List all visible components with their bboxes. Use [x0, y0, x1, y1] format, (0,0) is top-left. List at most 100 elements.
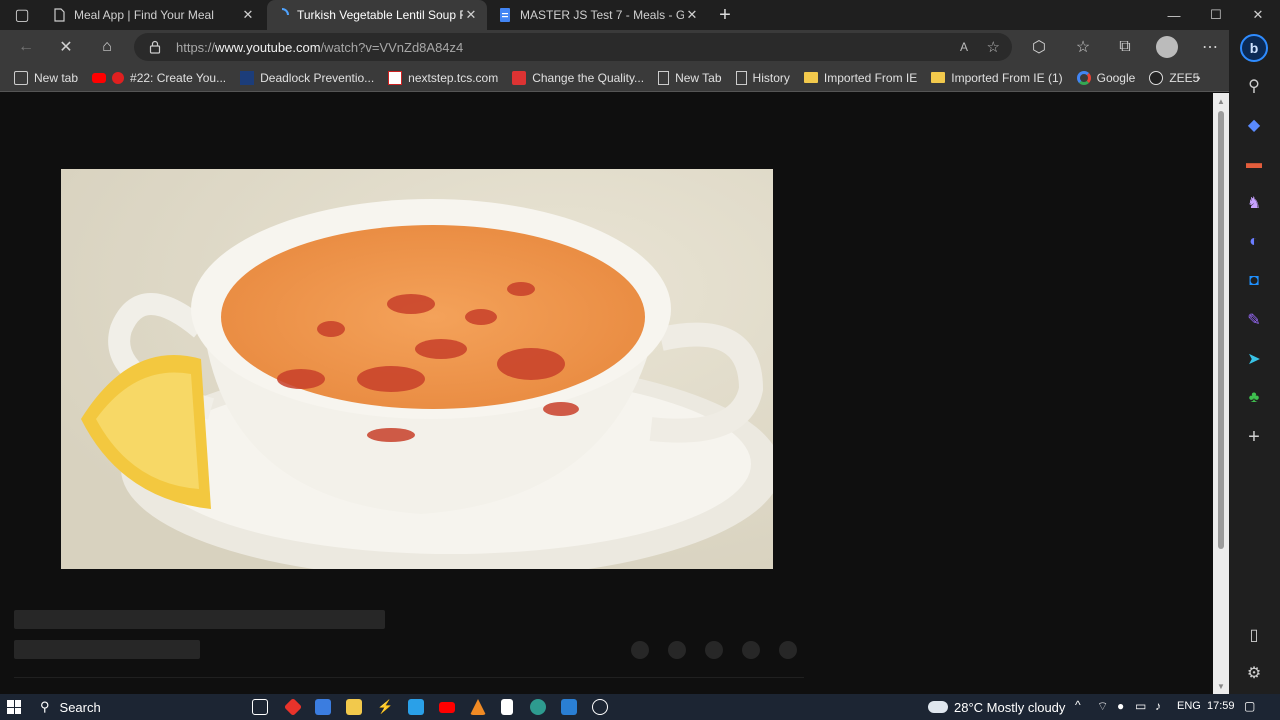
calendar-icon[interactable]: [315, 699, 331, 715]
file-explorer-icon[interactable]: [346, 699, 362, 715]
microphone-icon[interactable]: ●: [1117, 699, 1124, 713]
tab-meal-app[interactable]: Meal App | Find Your Meal ✕: [44, 0, 264, 30]
chevron-up-icon[interactable]: ^: [1075, 698, 1081, 712]
page-scrollbar[interactable]: ▲ ▼: [1213, 93, 1229, 694]
lock-icon[interactable]: [148, 40, 162, 54]
tools-icon[interactable]: ▬: [1243, 153, 1265, 175]
bookmark-create-you[interactable]: #22: Create You...: [92, 71, 226, 85]
tab-title: Turkish Vegetable Lentil Soup Re: [297, 8, 463, 22]
youtube-icon: [92, 72, 107, 83]
taskbar-search-box[interactable]: ⚲ Search: [30, 694, 230, 720]
loading-dot: [742, 641, 760, 659]
scroll-up-icon[interactable]: ▲: [1217, 97, 1225, 106]
close-window-button[interactable]: ✕: [1236, 0, 1280, 30]
loading-spinner-icon: [281, 8, 289, 16]
bookmark-google[interactable]: Google: [1076, 70, 1135, 85]
language-indicator[interactable]: ENG: [1177, 700, 1201, 712]
title-placeholder: [14, 610, 385, 629]
designer-icon[interactable]: ✎: [1243, 309, 1265, 331]
search-icon: ⚲: [40, 699, 50, 714]
google-icon: [1076, 70, 1091, 85]
tree-icon[interactable]: ♣: [1243, 387, 1265, 409]
extensions-icon[interactable]: ⬡: [1025, 34, 1053, 60]
address-bar[interactable]: https://www.youtube.com/watch?v=VVnZd8A8…: [134, 33, 1012, 61]
clock-app-icon[interactable]: [592, 699, 608, 715]
clock[interactable]: 17:59: [1207, 700, 1235, 712]
minimize-button[interactable]: —: [1152, 0, 1196, 30]
zee5-icon: [1149, 70, 1164, 85]
video-thumbnail[interactable]: [61, 169, 773, 569]
soup-image: [61, 169, 773, 569]
scrollbar-thumb[interactable]: [1218, 111, 1224, 549]
favorites-icon[interactable]: ☆: [1069, 34, 1097, 60]
battery-icon[interactable]: ▭: [1135, 699, 1146, 713]
tab-google-docs[interactable]: MASTER JS Test 7 - Meals - Goog ✕: [490, 0, 708, 30]
bing-chat-icon[interactable]: b: [1240, 34, 1268, 62]
power-automate-icon[interactable]: ⚡: [377, 699, 393, 715]
games-icon[interactable]: ♞: [1243, 192, 1265, 214]
maximize-button[interactable]: ☐: [1194, 0, 1238, 30]
new-tab-button[interactable]: +: [714, 4, 736, 26]
close-tab-icon[interactable]: ✕: [684, 7, 700, 23]
tab-page-icon: [14, 70, 28, 85]
site-icon: [240, 70, 255, 85]
bookmark-new-tab-2[interactable]: New Tab: [658, 70, 722, 85]
close-tab-icon[interactable]: ✕: [463, 7, 479, 23]
tcs-icon: [388, 70, 403, 85]
toolbar: ← ✕ ⌂ https://www.youtube.com/watch?v=VV…: [0, 30, 1229, 64]
collections-icon[interactable]: ⧉: [1111, 34, 1139, 60]
add-icon[interactable]: +: [1243, 426, 1265, 448]
close-tab-icon[interactable]: ✕: [240, 7, 256, 23]
tab-youtube[interactable]: Turkish Vegetable Lentil Soup Re ✕: [267, 0, 487, 30]
vlc-icon[interactable]: [470, 699, 486, 715]
profile-avatar[interactable]: [1156, 36, 1178, 58]
shopping-tag-icon[interactable]: ◆: [1243, 114, 1265, 136]
volume-icon[interactable]: ♪: [1155, 699, 1161, 713]
chevron-right-icon[interactable]: ›: [1196, 69, 1201, 85]
vscode-icon[interactable]: [561, 699, 577, 715]
app-icon[interactable]: [283, 697, 303, 717]
wifi-icon[interactable]: ⌔: [1097, 699, 1108, 714]
folder-icon: [931, 72, 946, 83]
loading-dot: [631, 641, 649, 659]
page-icon: [54, 8, 65, 22]
search-icon[interactable]: ⚲: [1243, 75, 1265, 97]
bookmark-history[interactable]: History: [735, 70, 790, 85]
mail-icon[interactable]: [408, 699, 424, 715]
bookmark-deadlock[interactable]: Deadlock Preventio...: [240, 70, 374, 85]
outlook-icon[interactable]: ◘: [1243, 270, 1265, 292]
stop-loading-icon[interactable]: ✕: [52, 34, 80, 60]
notifications-icon[interactable]: ▢: [1244, 699, 1255, 713]
loading-dot: [705, 641, 723, 659]
microsoft-365-icon[interactable]: ◐: [1243, 231, 1265, 253]
bookmark-nextstep[interactable]: nextstep.tcs.com: [388, 70, 498, 85]
wrench-icon: [512, 70, 527, 85]
youtube-icon[interactable]: [439, 702, 455, 713]
settings-gear-icon[interactable]: ⚙: [1243, 662, 1265, 684]
task-view-icon[interactable]: [252, 699, 268, 715]
bookmark-folder-imported-ie[interactable]: Imported From IE: [803, 71, 917, 85]
edge-icon[interactable]: [530, 699, 546, 715]
more-menu-icon[interactable]: ⋯: [1196, 34, 1224, 60]
notepad-icon[interactable]: [501, 699, 513, 715]
scroll-down-icon[interactable]: ▼: [1217, 682, 1225, 691]
loading-dot: [668, 641, 686, 659]
folder-icon: [803, 72, 818, 83]
send-icon[interactable]: ➤: [1243, 348, 1265, 370]
bookmark-change-quality[interactable]: Change the Quality...: [512, 70, 644, 85]
cloud-icon: [928, 701, 948, 713]
sidebar-toggle-icon[interactable]: ▯: [1243, 624, 1265, 646]
windows-start-icon[interactable]: [7, 700, 21, 714]
tab-actions-icon[interactable]: ▢: [8, 2, 36, 28]
bookmark-new-tab[interactable]: New tab: [14, 70, 78, 85]
bookmarks-bar: New tab #22: Create You... Deadlock Prev…: [0, 64, 1229, 92]
loading-dot: [779, 641, 797, 659]
bookmark-zee5[interactable]: ZEE5: [1149, 70, 1199, 85]
favorite-star-icon[interactable]: ☆: [987, 38, 1000, 56]
back-icon[interactable]: ←: [12, 34, 40, 60]
weather-widget[interactable]: 28°C Mostly cloudy: [928, 694, 1065, 720]
bookmark-folder-imported-ie-1[interactable]: Imported From IE (1): [931, 71, 1063, 85]
home-icon[interactable]: ⌂: [93, 34, 121, 60]
read-aloud-icon[interactable]: A: [960, 40, 968, 54]
url-text[interactable]: https://www.youtube.com/watch?v=VVnZd8A8…: [176, 40, 463, 55]
